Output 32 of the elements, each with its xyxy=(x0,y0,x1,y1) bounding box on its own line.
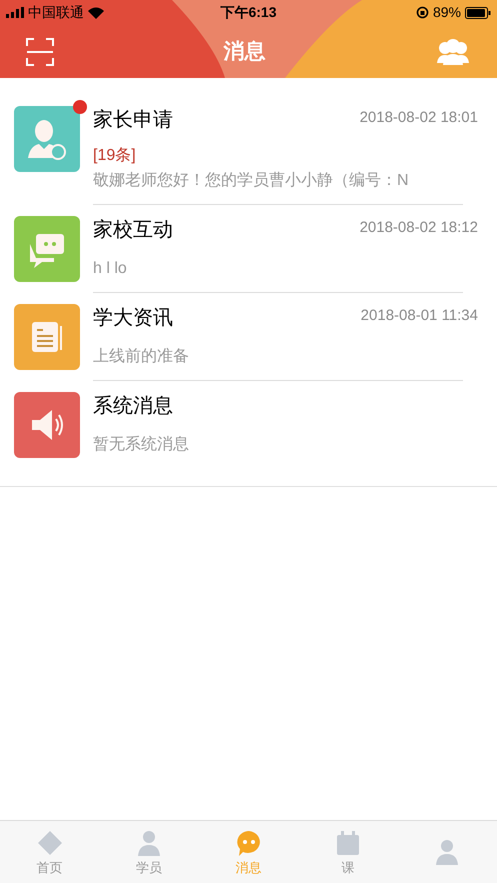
message-time: 2018-08-02 18:12 xyxy=(360,218,478,238)
message-time: 2018-08-01 11:34 xyxy=(360,306,478,326)
contacts-button[interactable] xyxy=(435,38,471,66)
message-preview: 暂无系统消息 xyxy=(93,434,189,455)
message-item[interactable]: 系统消息 暂无系统消息 xyxy=(0,381,497,486)
chat-icon xyxy=(14,216,80,282)
message-count: [19条] xyxy=(93,146,136,166)
carrier-name: 中国联通 xyxy=(28,3,84,22)
speaker-icon xyxy=(14,392,80,458)
diamond-icon xyxy=(36,828,64,856)
document-icon xyxy=(14,304,80,370)
battery-icon xyxy=(465,6,491,18)
person-icon xyxy=(14,106,80,172)
battery-percent: 89% xyxy=(432,3,461,22)
message-title: 系统消息 xyxy=(93,394,173,419)
message-title: 家校互动 xyxy=(93,218,173,243)
message-item[interactable]: 家校互动 2018-08-02 18:12 h l lo xyxy=(0,205,497,293)
message-preview: 上线前的准备 xyxy=(93,346,189,367)
signal-icon xyxy=(6,7,24,18)
scan-button[interactable] xyxy=(26,38,54,66)
message-title: 学大资讯 xyxy=(93,306,173,331)
message-time: 2018-08-02 18:01 xyxy=(360,108,478,128)
message-item[interactable]: 家长申请 2018-08-02 18:01 [19条] 敬娜老师您好！您的学员曹小小静（编号：N xyxy=(0,95,497,205)
message-preview: h l lo xyxy=(93,259,127,279)
chat-icon xyxy=(234,828,263,856)
rotation-lock-icon xyxy=(416,6,429,19)
status-time: 下午6:13 xyxy=(220,3,277,22)
message-item[interactable]: 学大资讯 2018-08-01 11:34 上线前的准备 xyxy=(0,293,497,381)
wifi-icon xyxy=(88,6,104,18)
message-preview: 敬娜老师您好！您的学员曹小小静（编号：N xyxy=(93,170,409,191)
page-title: 消息 xyxy=(224,38,266,65)
message-title: 家长申请 xyxy=(93,108,173,133)
